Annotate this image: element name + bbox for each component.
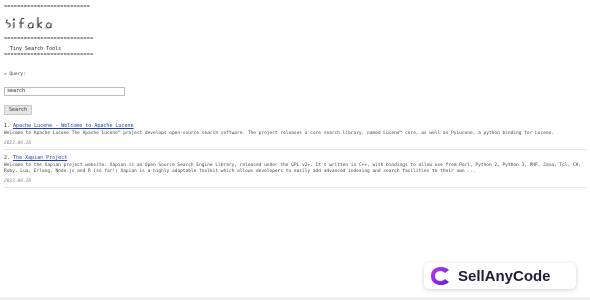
result-item: 2. The Xapian Project Welcome to the Xap… (4, 155, 586, 188)
search-input[interactable] (4, 87, 125, 96)
result-snippet: Welcome to the Xapian project website. X… (4, 163, 582, 174)
sellanycode-badge-text: SellAnyCode (458, 267, 551, 285)
results-list: 1. Apache Lucene - Welcome to Apache Luc… (4, 123, 586, 188)
header-rule-bottom: =========================== (4, 52, 94, 58)
result-title-link[interactable]: The Xapian Project (13, 155, 67, 161)
sellanycode-badge[interactable]: SellAnyCode (424, 263, 576, 289)
result-heading: 2. The Xapian Project (4, 155, 586, 161)
result-title-link[interactable]: Apache Lucene - Welcome to Apache Lucene (13, 123, 133, 129)
result-date: 2023.08.28 (4, 179, 32, 184)
header-rule-mid: =========================== (4, 36, 94, 42)
result-heading: 1. Apache Lucene - Welcome to Apache Luc… (4, 123, 586, 129)
query-label: » Query: (4, 72, 26, 77)
logo-graphic (5, 17, 52, 30)
result-snippet: Welcome to Apache Lucene The Apache Luce… (4, 131, 554, 136)
sellanycode-logo-icon (431, 267, 449, 285)
result-number: 1. (4, 123, 11, 129)
search-button[interactable]: Search (4, 105, 33, 115)
header-rule-top: ========================== (4, 4, 91, 10)
site-logo[interactable] (4, 14, 74, 36)
page: ========================== =============… (4, 4, 586, 193)
result-number: 2. (4, 155, 11, 161)
result-date: 2023.08.28 (4, 141, 32, 146)
result-item: 1. Apache Lucene - Welcome to Apache Luc… (4, 123, 586, 150)
